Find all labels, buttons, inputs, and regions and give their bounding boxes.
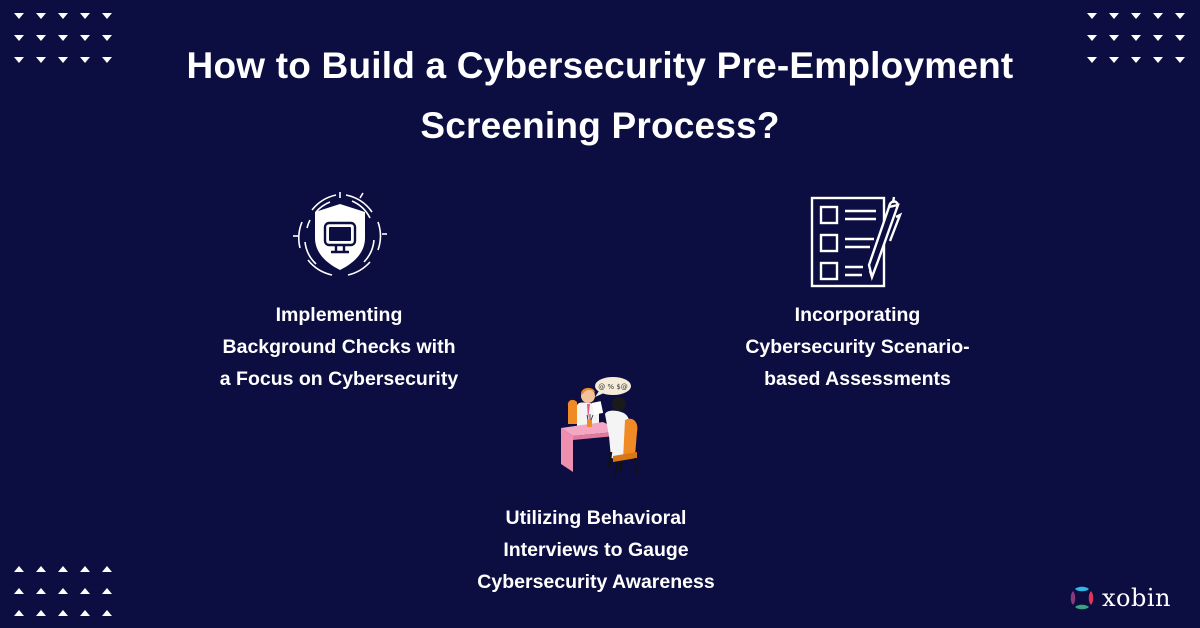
item-1-line-2: Background Checks with [222, 336, 456, 358]
triangle-mark [80, 610, 90, 616]
triangle-mark [36, 610, 46, 616]
brand-name: xobin [1102, 584, 1171, 612]
xobin-logo-mark-icon [1070, 586, 1094, 610]
item-3-line-1: Utilizing Behavioral [505, 507, 687, 529]
item-background-checks-label: Implementing Background Checks with a Fo… [180, 299, 498, 395]
triangle-mark [14, 610, 24, 616]
triangle-mark [102, 588, 112, 594]
item-3-line-2: Interviews to Gauge [503, 539, 689, 561]
triangle-mark [36, 588, 46, 594]
triangle-mark [1087, 13, 1097, 19]
decorative-triangle-grid-bottom-left [11, 560, 121, 626]
page-title: How to Build a Cybersecurity Pre-Employm… [0, 36, 1200, 156]
item-scenario-assessments-label: Incorporating Cybersecurity Scenario- ba… [700, 299, 1015, 395]
item-2-line-1: Incorporating [794, 304, 921, 326]
item-1-line-1: Implementing [275, 304, 403, 326]
item-3-line-3: Cybersecurity Awareness [477, 571, 715, 593]
triangle-mark [1175, 13, 1185, 19]
triangle-mark [1153, 13, 1163, 19]
shield-monitor-icon [290, 190, 390, 280]
item-2-line-3: based Assessments [764, 368, 951, 390]
triangle-mark [1109, 13, 1119, 19]
triangle-mark [80, 588, 90, 594]
triangle-mark [36, 566, 46, 572]
checklist-pen-icon [808, 195, 904, 290]
triangle-mark [14, 566, 24, 572]
triangle-mark [80, 566, 90, 572]
triangle-mark [80, 13, 90, 19]
triangle-mark [102, 610, 112, 616]
item-behavioral-interviews-label: Utilizing Behavioral Interviews to Gauge… [430, 502, 762, 598]
triangle-mark [14, 588, 24, 594]
triangle-mark [102, 566, 112, 572]
triangle-mark [58, 610, 68, 616]
triangle-mark [1131, 13, 1141, 19]
speech-bubble-text: @ % $@ [598, 383, 628, 391]
triangle-mark [58, 13, 68, 19]
triangle-mark [102, 13, 112, 19]
title-line-2: Screening Process? [420, 105, 780, 146]
triangle-mark [36, 13, 46, 19]
item-2-line-2: Cybersecurity Scenario- [745, 336, 970, 358]
interview-illustration-icon: @ % $@ [555, 372, 645, 484]
title-line-1: How to Build a Cybersecurity Pre-Employm… [186, 45, 1014, 86]
item-1-line-3: a Focus on Cybersecurity [219, 368, 459, 390]
triangle-mark [58, 566, 68, 572]
triangle-mark [58, 588, 68, 594]
triangle-mark [14, 13, 24, 19]
xobin-logo: xobin [1068, 584, 1171, 612]
